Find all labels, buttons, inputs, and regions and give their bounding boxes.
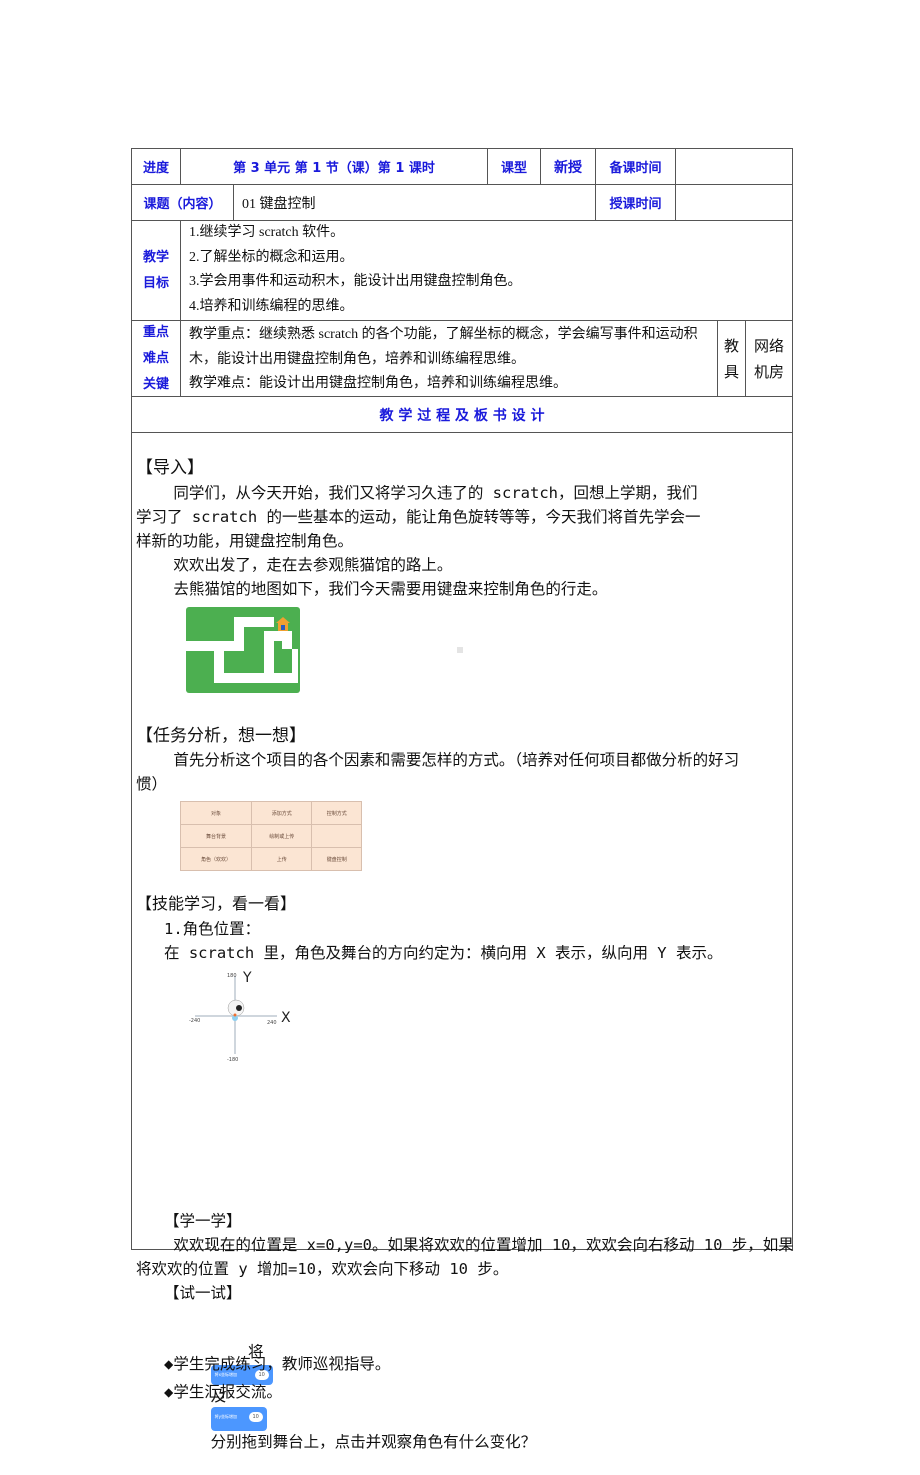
table-cell: 键盘控制 [311,847,362,871]
goal-item: 3.学会用事件和运动积木，能设计出用键盘控制角色。 [189,274,522,289]
table-header-cell: 对象 [179,801,253,825]
intro-p2: 欢欢出发了，走在去参观熊猫馆的路上。 [136,556,453,574]
change-y-block-label: 将y坐标增加 [214,1414,238,1419]
teaching-focus: 教学重点：继续熟悉 scratch 的各个功能，了解坐标的概念，学会编写事件和运… [189,327,698,367]
table-header-cell: 添加方式 [251,801,313,825]
placeholder-dot [457,647,463,653]
table-cell: 上传 [251,847,313,871]
x-max-label: 240 [267,1020,277,1026]
lesson-plan-table: 进度 第 3 单元 第 1 节（课）第 1 课时 课型 新授 备课时间 课题（内… [131,148,794,1451]
progress-value: 第 3 单元 第 1 节（课）第 1 课时 [181,149,488,185]
change-y-block-value: 10 [248,1412,263,1422]
intro-p1-line2: 学习了 scratch 的一些基本的运动，能让角色旋转等等，今天我们将首先学会一 [136,508,701,526]
maze-path [282,631,292,649]
house-icon [276,617,290,631]
tools-label: 教 具 [718,321,746,397]
goals-label-line2: 目标 [142,275,169,291]
goals-label: 教学 目标 [132,221,181,321]
bullet-report: ◆学生汇报交流。 [136,1383,282,1401]
x-min-label: -240 [189,1018,200,1024]
change-y-block[interactable]: 将y坐标增加 10 [210,1407,267,1431]
table-cell: 舞台背景 [179,824,253,848]
goals-label-line1: 教学 [142,249,169,265]
goal-item: 4.培养和训练编程的思维。 [189,298,354,314]
tools-label-line1: 教 [723,336,739,355]
tools-value-line2: 机房 [753,362,784,381]
goals-list: 1.继续学习 scratch 软件。 2.了解坐标的概念和运用。 3.学会用事件… [181,221,792,321]
table-row: 角色（欢欢） 上传 键盘控制 [179,847,362,871]
y-max-label: 180 [227,973,237,979]
y-min-label: -180 [227,1057,238,1063]
sprite-eye-patch [236,1005,242,1011]
keypoints-label-line1: 重点 [142,324,169,340]
type-label: 课型 [488,149,541,185]
goal-item: 2.了解坐标的概念和运用。 [189,249,354,265]
intro-p1-line3: 样新的功能，用键盘控制角色。 [136,532,354,550]
prep-time-value [676,149,792,185]
table-cell: 绘制或上传 [251,824,313,848]
topic-label: 课题（内容） [132,185,234,221]
keypoints-content: 教学重点：继续熟悉 scratch 的各个功能，了解坐标的概念，学会编写事件和运… [181,321,718,397]
lesson-plan-page: 进度 第 3 单元 第 1 节（课）第 1 课时 课型 新授 备课时间 课题（内… [0,0,920,1451]
prep-time-label: 备课时间 [596,149,676,185]
skills-item1: 1.角色位置： [136,920,261,938]
try-heading: 【试一试】 [136,1284,242,1302]
teach-time-value [676,185,792,221]
maze-path [214,673,298,683]
learn-p1-line2: 将欢欢的位置 y 增加=10，欢欢会向下移动 10 步。 [136,1260,509,1278]
table-cell [311,824,362,848]
analysis-table-header: 对象 添加方式 控制方式 [179,801,362,825]
skills-p1: 在 scratch 里，角色及舞台的方向约定为：横向用 X 表示，纵向用 Y 表… [136,944,723,962]
y-axis-label: Y [242,970,252,986]
sprite-scarf [233,1013,237,1017]
maze-path [292,649,298,679]
topic-value: 01 键盘控制 [234,185,596,221]
try-suffix: 分别拖到舞台上，点击并观察角色有什么变化？ [210,1433,537,1451]
teaching-difficulty: 教学难点：能设计出用键盘控制角色，培养和训练编程思维。 [189,376,567,391]
keypoints-label-line3: 关键 [142,376,169,392]
keypoints-label-line2: 难点 [142,350,169,366]
keypoints-label: 重点 难点 关键 [132,321,181,397]
tools-value-line1: 网络 [753,336,784,355]
learn-heading: 【学一学】 [136,1212,242,1230]
type-value: 新授 [541,149,596,185]
analysis-p1-line1: 首先分析这个项目的各个因素和需要怎样的方式。（培养对任何项目都做分析的好习 [136,751,740,769]
teach-time-label: 授课时间 [596,185,676,221]
learn-p1-line1: 欢欢现在的位置是 x=0,y=0。如果将欢欢的位置增加 10，欢欢会向右移动 1… [136,1236,794,1254]
intro-heading: 【导入】 [136,458,204,478]
analysis-heading: 【任务分析，想一想】 [136,726,306,746]
progress-label: 进度 [132,149,181,185]
table-row: 舞台背景 绘制或上传 [179,824,362,848]
bullet-practice: ◆学生完成练习，教师巡视指导。 [136,1355,391,1373]
intro-p3: 去熊猫馆的地图如下，我们今天需要用键盘来控制角色的行走。 [136,580,608,598]
process-title: 教 学 过 程 及 板 书 设 计 [132,397,792,433]
maze-map-image [186,607,300,693]
tools-label-line2: 具 [723,362,739,381]
analysis-p1-line2: 惯） [136,775,168,793]
tools-value: 网络 机房 [746,321,792,397]
x-axis-label: X [281,1010,291,1026]
maze-path [186,641,244,651]
maze-path [234,617,244,641]
skills-heading: 【技能学习，看一看】 [136,894,297,913]
table-header-cell: 控制方式 [311,801,362,825]
analysis-table: 对象 添加方式 控制方式 舞台背景 绘制或上传 角色（欢欢） 上传 键盘控制 [179,801,362,871]
table-cell: 角色（欢欢） [179,847,253,871]
intro-p1-line1: 同学们，从今天开始，我们又将学习久违了的 scratch，回想上学期，我们 [136,484,698,502]
goal-item: 1.继续学习 scratch 软件。 [189,225,345,240]
coordinate-axes-image: Y X 180 -180 -240 240 [189,970,291,1063]
